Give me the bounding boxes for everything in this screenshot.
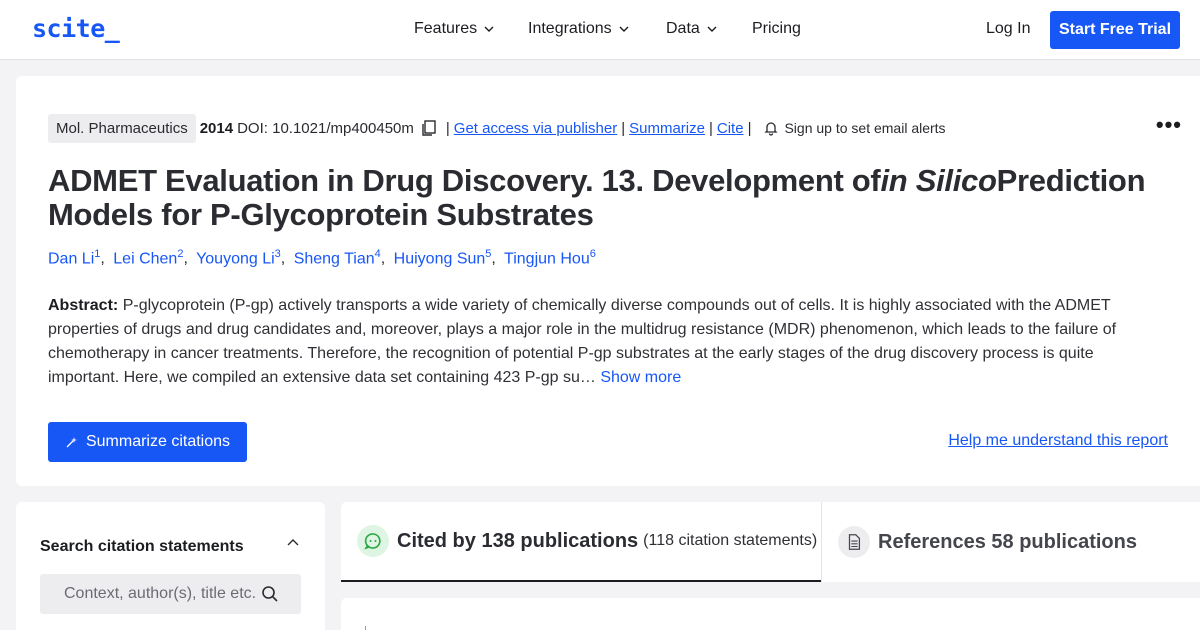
paper-card: Mol. Pharmaceutics 2014 DOI: 10.1021/mp4… bbox=[16, 76, 1200, 486]
scite-logo[interactable]: scite_ bbox=[32, 14, 120, 43]
paper-doi: DOI: 10.1021/mp400450m bbox=[237, 119, 414, 137]
abstract: Abstract: P-glycoprotein (P-gp) actively… bbox=[48, 294, 1148, 390]
chevron-down-icon bbox=[484, 26, 494, 32]
cited-by-label: Cited by 138 publications bbox=[397, 529, 639, 552]
search-placeholder: Context, author(s), title etc. bbox=[64, 585, 257, 602]
summarize-link[interactable]: Summarize bbox=[629, 120, 705, 137]
author-affiliation: 3 bbox=[274, 248, 281, 260]
abstract-label: Abstract: bbox=[48, 297, 119, 314]
chat-bubble-icon bbox=[357, 525, 389, 557]
citation-tabs: Cited by 138 publications (118 citation … bbox=[341, 502, 1200, 582]
nav-data[interactable]: Data bbox=[666, 20, 718, 38]
tab-references[interactable]: References 58 publications bbox=[821, 502, 1200, 582]
author-link[interactable]: Youyong Li bbox=[196, 250, 275, 267]
author-link[interactable]: Dan Li bbox=[48, 250, 94, 267]
search-panel-title: Search citation statements bbox=[40, 538, 244, 555]
login-label: Log In bbox=[986, 20, 1031, 37]
copy-icon[interactable] bbox=[420, 119, 438, 137]
separator: , bbox=[100, 250, 105, 268]
nav-features[interactable]: Features bbox=[414, 20, 495, 38]
citation-statements-count: (118 citation statements) bbox=[643, 532, 818, 549]
separator: , bbox=[183, 250, 188, 268]
help-understand-link[interactable]: Help me understand this report bbox=[948, 432, 1168, 450]
nav-pricing[interactable]: Pricing bbox=[752, 20, 801, 38]
author-list: Dan Li1, Lei Chen2, Youyong Li3, Sheng T… bbox=[48, 248, 596, 268]
author-affiliation: 6 bbox=[589, 248, 596, 260]
chevron-down-icon bbox=[619, 26, 629, 32]
divider bbox=[365, 626, 366, 630]
nav-pricing-label: Pricing bbox=[752, 20, 801, 37]
chevron-up-icon[interactable] bbox=[286, 536, 300, 550]
separator: | bbox=[747, 119, 752, 137]
author-link[interactable]: Huiyong Sun bbox=[394, 250, 486, 267]
email-alert-link[interactable]: Sign up to set email alerts bbox=[784, 120, 945, 136]
nav-data-label: Data bbox=[666, 20, 700, 37]
top-navbar: scite_ Features Integrations Data Pricin… bbox=[0, 0, 1200, 60]
separator: | bbox=[621, 119, 626, 137]
document-icon bbox=[838, 526, 870, 558]
separator: , bbox=[280, 250, 286, 268]
author-link[interactable]: Tingjun Hou bbox=[504, 250, 590, 267]
summarize-citations-label: Summarize citations bbox=[85, 433, 231, 450]
paper-year: 2014 bbox=[199, 119, 234, 137]
tab-cited-by[interactable]: Cited by 138 publications (118 citation … bbox=[341, 502, 821, 582]
cite-link[interactable]: Cite bbox=[717, 120, 744, 137]
author-link[interactable]: Sheng Tian bbox=[294, 250, 375, 267]
separator: | bbox=[708, 119, 713, 137]
separator: , bbox=[491, 250, 496, 268]
references-label: References 58 publications bbox=[878, 530, 1137, 553]
separator: | bbox=[445, 119, 450, 137]
show-more-link[interactable]: Show more bbox=[600, 369, 681, 386]
login-link[interactable]: Log In bbox=[986, 20, 1030, 38]
summarize-citations-button[interactable]: Summarize citations bbox=[48, 422, 247, 462]
title-italic-part: in Silico bbox=[880, 163, 997, 198]
paper-title: ADMET Evaluation in Drug Discovery. 13. … bbox=[48, 164, 1158, 232]
sparkle-icon bbox=[66, 436, 77, 447]
bell-icon[interactable] bbox=[763, 120, 779, 136]
abstract-text: P-glycoprotein (P-gp) actively transport… bbox=[48, 297, 1117, 386]
start-free-trial-button[interactable]: Start Free Trial bbox=[1050, 11, 1180, 49]
nav-integrations[interactable]: Integrations bbox=[528, 20, 630, 38]
nav-features-label: Features bbox=[414, 20, 478, 37]
title-part: ADMET Evaluation in Drug Discovery. 13. … bbox=[48, 163, 881, 198]
journal-chip[interactable]: Mol. Pharmaceutics bbox=[48, 113, 196, 143]
author-affiliation: 4 bbox=[374, 248, 381, 260]
chevron-down-icon bbox=[707, 26, 717, 32]
separator: , bbox=[380, 250, 386, 268]
citation-search-input[interactable]: Context, author(s), title etc. bbox=[40, 574, 301, 614]
citation-list-panel bbox=[341, 598, 1200, 630]
paper-meta-row: Mol. Pharmaceutics 2014 DOI: 10.1021/mp4… bbox=[48, 112, 946, 144]
get-access-link[interactable]: Get access via publisher bbox=[454, 120, 617, 137]
nav-integrations-label: Integrations bbox=[528, 20, 612, 37]
more-options-icon[interactable]: ••• bbox=[1156, 112, 1182, 138]
search-icon[interactable] bbox=[261, 585, 279, 603]
author-link[interactable]: Lei Chen bbox=[113, 250, 177, 267]
citation-search-panel: Search citation statements Context, auth… bbox=[16, 502, 325, 630]
